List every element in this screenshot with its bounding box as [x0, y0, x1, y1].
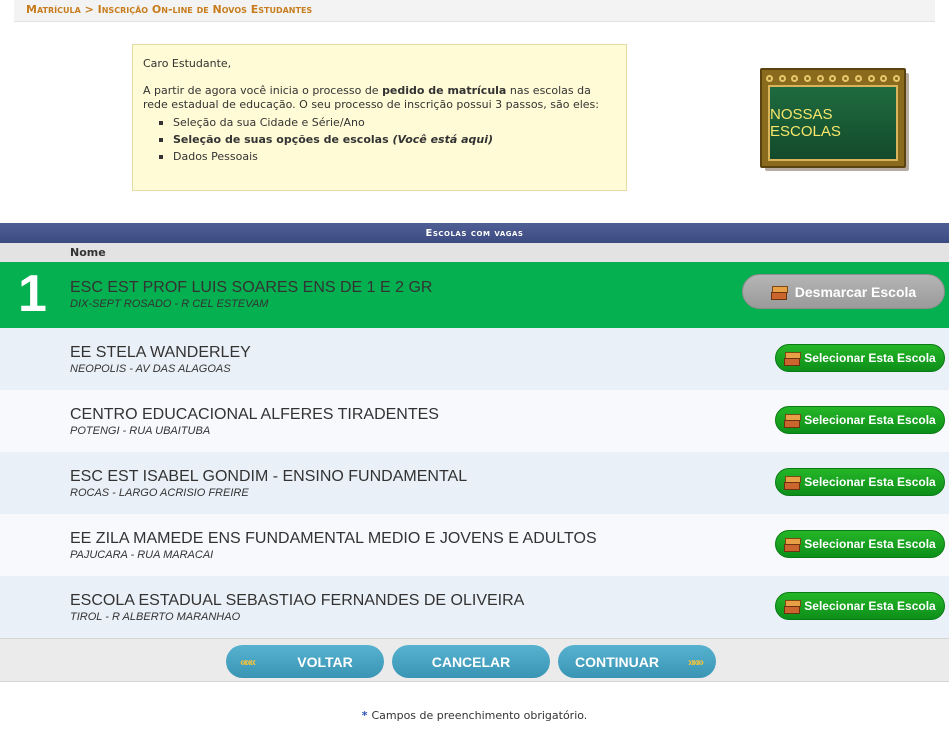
books-icon	[784, 413, 802, 428]
cancel-button[interactable]: CANCELAR	[392, 645, 550, 678]
school-address: TIROL - R ALBERTO MARANHAO	[70, 611, 241, 623]
double-chevron-right-icon: »»»	[687, 654, 704, 669]
books-icon	[784, 475, 802, 490]
table-row: EE ZILA MAMEDE ENS FUNDAMENTAL MEDIO E J…	[0, 514, 949, 576]
intro-greeting: Caro Estudante,	[143, 57, 232, 70]
board-label: NOSSAS ESCOLAS	[768, 85, 898, 161]
required-star-icon: *	[361, 709, 368, 722]
back-button[interactable]: ««« VOLTAR	[226, 645, 384, 678]
school-name: EE ZILA MAMEDE ENS FUNDAMENTAL MEDIO E J…	[70, 530, 597, 547]
school-name: ESC EST ISABEL GONDIM - ENSINO FUNDAMENT…	[70, 468, 468, 485]
select-school-button[interactable]: Selecionar Esta Escola	[775, 344, 945, 372]
board-rings	[766, 72, 900, 84]
school-name: EE STELA WANDERLEY	[70, 344, 251, 361]
school-address: PAJUCARA - RUA MARACAI	[70, 549, 214, 561]
books-icon	[770, 285, 788, 300]
books-icon	[784, 351, 802, 366]
step-1: Seleção da sua Cidade e Série/Ano	[159, 116, 616, 130]
intro-text: A partir de agora você inicia o processo…	[143, 84, 599, 111]
school-name: CENTRO EDUCACIONAL ALFERES TIRADENTES	[70, 406, 439, 423]
school-address: DIX-SEPT ROSADO - R CEL ESTEVAM	[70, 298, 269, 310]
select-school-button[interactable]: Selecionar Esta Escola	[775, 468, 945, 496]
school-address: POTENGI - RUA UBAITUBA	[70, 425, 211, 437]
books-icon	[784, 599, 802, 614]
required-fields-note: * Campos de preenchimento obrigatório.	[361, 709, 588, 722]
table-row-selected: 1 ESC EST PROF LUIS SOARES ENS DE 1 E 2 …	[0, 262, 949, 328]
footer-bar: ««« VOLTAR CANCELAR CONTINUAR »»»	[0, 638, 949, 682]
select-school-button[interactable]: Selecionar Esta Escola	[775, 592, 945, 620]
table-row: ESC EST ISABEL GONDIM - ENSINO FUNDAMENT…	[0, 452, 949, 514]
continue-button[interactable]: CONTINUAR »»»	[558, 645, 716, 678]
school-name: ESCOLA ESTADUAL SEBASTIAO FERNANDES DE O…	[70, 592, 525, 609]
table-title: Escolas com vagas	[0, 223, 949, 243]
steps-list: Seleção da sua Cidade e Série/Ano Seleçã…	[143, 116, 616, 164]
intro-box: Caro Estudante, A partir de agora você i…	[132, 44, 627, 191]
selected-number: 1	[18, 265, 47, 323]
table-row: ESCOLA ESTADUAL SEBASTIAO FERNANDES DE O…	[0, 576, 949, 638]
chalkboard-icon: NOSSAS ESCOLAS	[760, 68, 910, 172]
step-2: Seleção de suas opções de escolas (Você …	[159, 133, 616, 147]
books-icon	[784, 537, 802, 552]
table-row: EE STELA WANDERLEY NEOPOLIS - AV DAS ALA…	[0, 328, 949, 390]
column-header-name: Nome	[0, 243, 949, 262]
breadcrumb: Matrícula > Inscrição On-line de Novos E…	[14, 0, 935, 22]
select-school-button[interactable]: Selecionar Esta Escola	[775, 530, 945, 558]
school-name: ESC EST PROF LUIS SOARES ENS DE 1 E 2 GR	[70, 279, 433, 296]
step-3: Dados Pessoais	[159, 150, 616, 164]
unselect-school-button[interactable]: Desmarcar Escola	[742, 274, 945, 309]
double-chevron-left-icon: «««	[240, 654, 256, 669]
school-address: NEOPOLIS - AV DAS ALAGOAS	[70, 363, 231, 375]
school-address: ROCAS - LARGO ACRISIO FREIRE	[70, 487, 249, 499]
select-school-button[interactable]: Selecionar Esta Escola	[775, 406, 945, 434]
table-row: CENTRO EDUCACIONAL ALFERES TIRADENTES PO…	[0, 390, 949, 452]
